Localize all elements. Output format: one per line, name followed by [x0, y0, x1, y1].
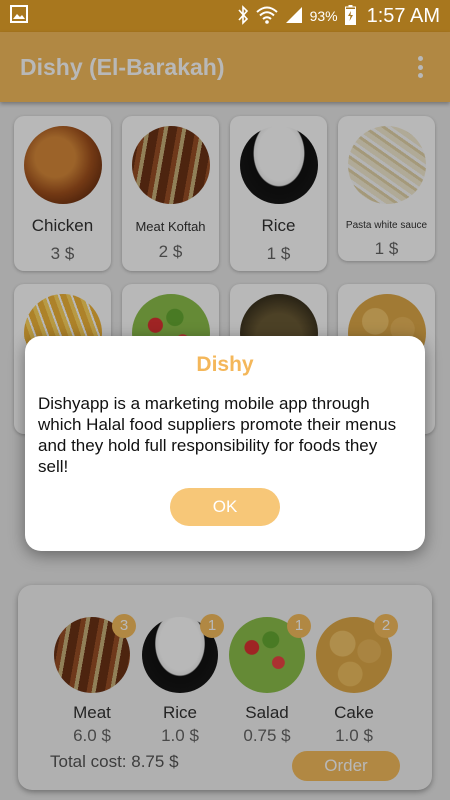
- dialog-title: Dishy: [196, 353, 254, 376]
- clock: 1:57 AM: [366, 4, 440, 27]
- battery-charging-icon: [344, 4, 356, 28]
- info-dialog: Dishy Dishyapp is a marketing mobile app…: [25, 336, 425, 551]
- ok-button[interactable]: OK: [170, 488, 280, 526]
- battery-percent: 93%: [309, 8, 338, 24]
- gallery-notification-icon: [10, 4, 28, 28]
- signal-icon: [285, 6, 303, 27]
- wifi-icon: [255, 6, 278, 27]
- status-bar: 93% 1:57 AM: [0, 0, 450, 32]
- dialog-message: Dishyapp is a marketing mobile app throu…: [38, 394, 397, 476]
- bluetooth-icon: [237, 4, 249, 28]
